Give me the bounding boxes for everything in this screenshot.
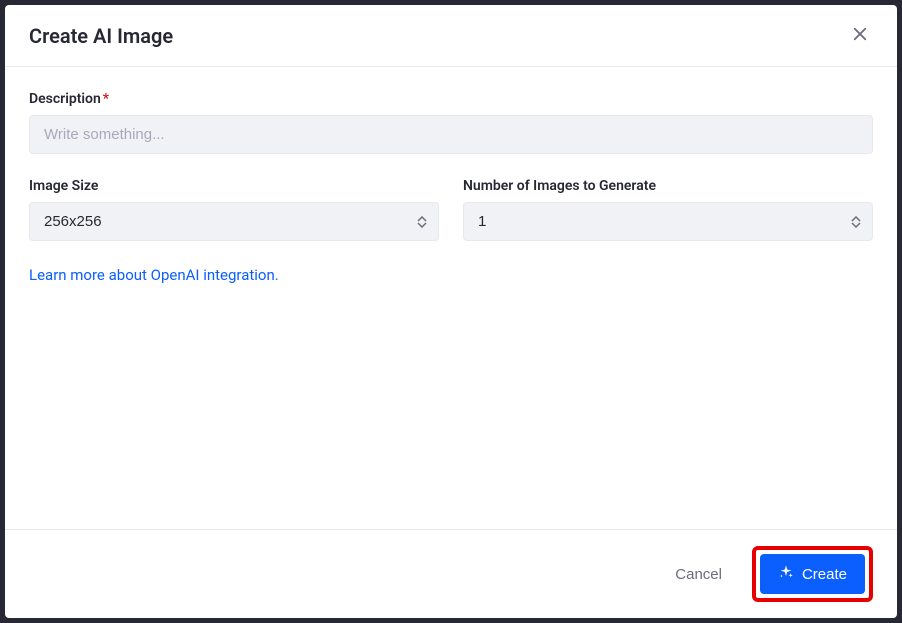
image-size-select-wrapper: 256x256 (29, 202, 439, 241)
num-images-label: Number of Images to Generate (463, 178, 873, 194)
modal-body: Description* Image Size 256x256 Number (5, 67, 897, 529)
required-asterisk: * (103, 91, 109, 107)
image-size-select[interactable]: 256x256 (29, 202, 439, 241)
close-button[interactable] (847, 21, 873, 50)
description-group: Description* (29, 91, 873, 154)
modal-header: Create AI Image (5, 5, 897, 67)
create-button-label: Create (802, 566, 847, 583)
create-button-highlight: Create (752, 546, 873, 602)
num-images-select-wrapper: 1 (463, 202, 873, 241)
description-input[interactable] (29, 115, 873, 154)
sparkle-icon (778, 564, 794, 584)
num-images-group: Number of Images to Generate 1 (463, 178, 873, 241)
close-icon (851, 25, 869, 46)
cancel-button[interactable]: Cancel (657, 556, 740, 593)
create-ai-image-modal: Create AI Image Description* Image Size (5, 5, 897, 618)
image-size-group: Image Size 256x256 (29, 178, 439, 241)
create-button[interactable]: Create (760, 554, 865, 594)
image-size-label: Image Size (29, 178, 439, 194)
num-images-select[interactable]: 1 (463, 202, 873, 241)
select-row: Image Size 256x256 Number of Images to G… (29, 178, 873, 265)
learn-more-link[interactable]: Learn more about OpenAI integration. (29, 266, 279, 284)
modal-title: Create AI Image (29, 24, 173, 48)
modal-footer: Cancel Create (5, 529, 897, 618)
description-label: Description* (29, 91, 873, 107)
description-label-text: Description (29, 91, 101, 107)
